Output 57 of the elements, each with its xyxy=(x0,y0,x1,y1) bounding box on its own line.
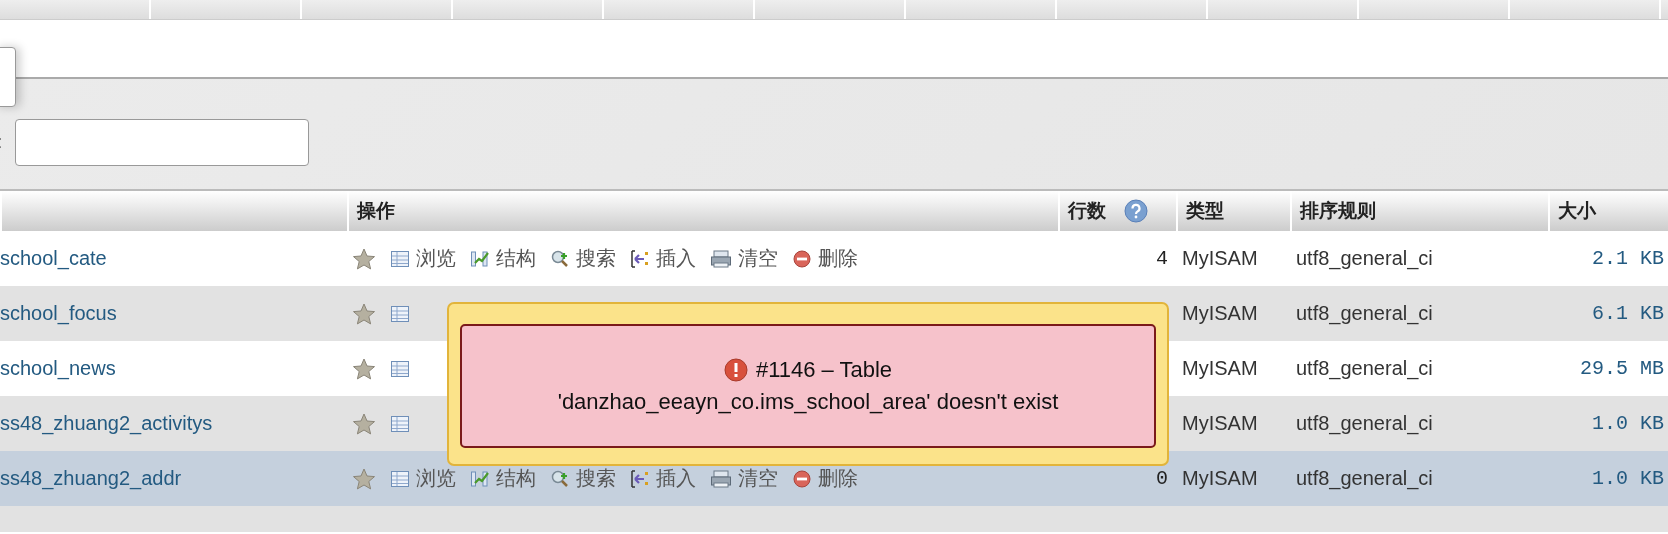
delete-icon xyxy=(792,468,812,489)
structure-link[interactable]: 结构 xyxy=(470,465,536,492)
table-grid-icon xyxy=(390,248,410,269)
browse-icon-link[interactable] xyxy=(390,413,410,434)
search-link[interactable]: 搜索 xyxy=(550,245,616,272)
drop-link[interactable]: 删除 xyxy=(792,465,858,492)
collation-cell: utf8_general_ci xyxy=(1290,396,1548,451)
star-icon[interactable] xyxy=(352,246,376,271)
delete-icon xyxy=(792,248,812,269)
printer-icon xyxy=(710,468,732,489)
engine-cell: MyISAM xyxy=(1176,451,1290,506)
star-icon[interactable] xyxy=(352,411,376,436)
filter-field[interactable] xyxy=(15,118,310,166)
engine-cell: MyISAM xyxy=(1176,396,1290,451)
browse-icon-link[interactable] xyxy=(390,358,410,379)
table-grid-icon xyxy=(390,358,410,379)
help-icon[interactable] xyxy=(1124,199,1148,223)
search-link[interactable]: 搜索 xyxy=(550,465,616,492)
column-header[interactable]: 大小 xyxy=(1558,198,1596,224)
size-link[interactable]: 1.0 KB xyxy=(1548,451,1668,506)
collation-cell: utf8_general_ci xyxy=(1290,451,1548,506)
table-grid-icon xyxy=(390,413,410,434)
insert-link[interactable]: 插入 xyxy=(630,245,696,272)
table-name-link[interactable]: school_focus xyxy=(0,286,347,341)
empty-link[interactable]: 清空 xyxy=(710,245,778,272)
collation-cell: utf8_general_ci xyxy=(1290,286,1548,341)
printer-icon xyxy=(710,248,732,269)
magnifier-plus-icon xyxy=(550,468,570,489)
star-icon[interactable] xyxy=(352,356,376,381)
column-header[interactable]: 行数 xyxy=(1068,198,1106,224)
empty-link[interactable]: 清空 xyxy=(710,465,778,492)
table-grid-icon xyxy=(390,303,410,324)
column-header[interactable]: 类型 xyxy=(1186,198,1224,224)
structure-icon xyxy=(470,248,490,269)
size-link[interactable]: 6.1 KB xyxy=(1548,286,1668,341)
column-header[interactable]: 操作 xyxy=(357,198,395,224)
magnifier-plus-icon xyxy=(550,248,570,269)
size-link[interactable]: 1.0 KB xyxy=(1548,396,1668,451)
star-icon[interactable] xyxy=(352,301,376,326)
table-grid-icon xyxy=(390,468,410,489)
column-header[interactable]: 排序规则 xyxy=(1300,198,1376,224)
error-title: #1146 – Table xyxy=(755,357,893,383)
error-icon xyxy=(723,358,748,382)
insert-link[interactable]: 插入 xyxy=(630,465,696,492)
insert-row-icon xyxy=(630,468,650,489)
star-icon[interactable] xyxy=(352,466,376,491)
browse-link[interactable]: 浏览 xyxy=(390,245,456,272)
engine-cell: MyISAM xyxy=(1176,286,1290,341)
browse-link[interactable]: 浏览 xyxy=(390,465,456,492)
browse-icon-link[interactable] xyxy=(390,303,410,324)
structure-link[interactable]: 结构 xyxy=(470,245,536,272)
table-name-link[interactable]: ss48_zhuang2_activitys xyxy=(0,396,347,451)
drop-link[interactable]: 删除 xyxy=(792,245,858,272)
table-name-link[interactable]: ss48_zhuang2_addr xyxy=(0,451,347,506)
structure-icon xyxy=(470,468,490,489)
error-text: 'danzhao_eeayn_co.ims_school_area' doesn't exist xyxy=(557,389,1059,415)
insert-row-icon xyxy=(630,248,650,269)
